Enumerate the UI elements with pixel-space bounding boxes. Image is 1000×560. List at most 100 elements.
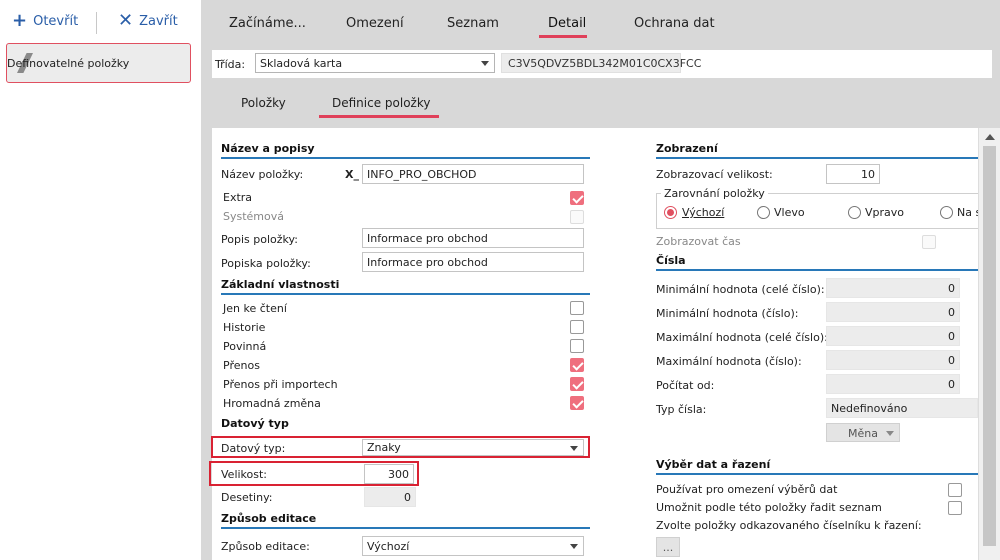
desc-input[interactable]: Informace pro obchod bbox=[362, 228, 584, 248]
num-type-select: Nedefinováno bbox=[826, 398, 978, 418]
class-value: Skladová karta bbox=[260, 57, 343, 70]
readonly-label: Jen ke čtení bbox=[223, 302, 287, 315]
sort-checkbox[interactable] bbox=[948, 501, 962, 515]
tab-list[interactable]: Seznam bbox=[447, 16, 499, 31]
name-prefix: X_ bbox=[345, 168, 359, 181]
sort-label: Umožnit podle této položky řadit seznam bbox=[656, 501, 882, 514]
chevron-down-icon bbox=[570, 544, 578, 549]
size-label: Velikost: bbox=[221, 468, 268, 481]
subtab-field-definition[interactable]: Definice položky bbox=[332, 96, 430, 110]
min-int-label: Minimální hodnota (celé číslo): bbox=[656, 283, 825, 296]
show-time-label: Zobrazovat čas bbox=[656, 235, 741, 248]
currency-label: Měna bbox=[848, 427, 878, 440]
align-center-radio[interactable] bbox=[940, 206, 953, 219]
subtab-fields[interactable]: Položky bbox=[241, 96, 286, 110]
section-edit-mode: Způsob editace bbox=[221, 512, 317, 525]
datatype-label: Datový typ: bbox=[221, 442, 286, 455]
count-from-input: 0 bbox=[826, 374, 960, 394]
active-subtab-indicator bbox=[319, 115, 439, 118]
open-label: Otevřít bbox=[33, 13, 79, 29]
section-divider bbox=[656, 269, 978, 271]
scroll-up-icon[interactable] bbox=[985, 134, 995, 140]
section-divider bbox=[656, 473, 978, 475]
transfer-checkbox[interactable] bbox=[570, 358, 584, 372]
extra-label: Extra bbox=[223, 191, 253, 204]
section-basic-props: Základní vlastnosti bbox=[221, 278, 340, 291]
desc-label: Popis položky: bbox=[221, 233, 298, 246]
close-label: Zavřít bbox=[139, 13, 178, 29]
vertical-scrollbar[interactable] bbox=[978, 128, 1000, 560]
align-group-title: Zarovnání položky bbox=[661, 187, 768, 200]
import-checkbox[interactable] bbox=[570, 377, 584, 391]
display-size-input[interactable]: 10 bbox=[826, 164, 880, 184]
tab-restrictions[interactable]: Omezení bbox=[346, 16, 404, 31]
align-default-label: Výchozí bbox=[682, 206, 725, 219]
display-size-label: Zobrazovací velikost: bbox=[656, 168, 773, 181]
sub-tabs: Položky Definice položky bbox=[201, 84, 1000, 124]
class-label: Třída: bbox=[215, 58, 246, 71]
decimals-input: 0 bbox=[364, 487, 416, 507]
max-num-label: Maximální hodnota (číslo): bbox=[656, 355, 802, 368]
show-time-checkbox bbox=[922, 235, 936, 249]
history-checkbox[interactable] bbox=[570, 320, 584, 334]
section-datatype: Datový typ bbox=[221, 417, 289, 430]
open-button[interactable]: + Otevřít bbox=[12, 12, 78, 30]
left-panel: + Otevřít ✕ Zavřít Definovatelné položky bbox=[0, 0, 200, 560]
tab-getting-started[interactable]: Začínáme... bbox=[229, 16, 306, 31]
caption-input[interactable]: Informace pro obchod bbox=[362, 252, 584, 272]
required-label: Povinná bbox=[223, 340, 267, 353]
toolbar-separator bbox=[96, 12, 97, 34]
section-divider bbox=[221, 293, 590, 295]
required-checkbox[interactable] bbox=[570, 339, 584, 353]
tab-data-protection[interactable]: Ochrana dat bbox=[634, 16, 715, 31]
class-row: Třída: Skladová karta C3V5QDVZ5BDL342M01… bbox=[212, 50, 992, 78]
decimals-label: Desetiny: bbox=[221, 491, 273, 504]
currency-select: Měna bbox=[826, 423, 900, 442]
section-divider bbox=[656, 157, 978, 159]
caption-label: Popiska položky: bbox=[221, 257, 311, 270]
class-code: C3V5QDVZ5BDL342M01C0CX3FCC bbox=[501, 53, 701, 73]
max-int-label: Maximální hodnota (celé číslo): bbox=[656, 331, 828, 344]
align-left-label: Vlevo bbox=[774, 206, 805, 219]
extra-checkbox[interactable] bbox=[570, 191, 584, 205]
section-name-desc: Název a popisy bbox=[221, 142, 315, 155]
min-int-input: 0 bbox=[826, 278, 960, 298]
name-label: Název položky: bbox=[221, 168, 304, 181]
datatype-value: Znaky bbox=[367, 441, 401, 454]
scroll-thumb[interactable] bbox=[983, 146, 996, 546]
edit-mode-value: Výchozí bbox=[367, 540, 410, 553]
align-right-radio[interactable] bbox=[848, 206, 861, 219]
nav-item-definable-fields[interactable]: Definovatelné položky bbox=[6, 43, 191, 83]
readonly-checkbox[interactable] bbox=[570, 301, 584, 315]
num-type-label: Typ čísla: bbox=[656, 403, 707, 416]
tab-detail[interactable]: Detail bbox=[548, 16, 586, 31]
max-int-input: 0 bbox=[826, 326, 960, 346]
section-numbers: Čísla bbox=[656, 254, 686, 267]
section-divider bbox=[221, 527, 590, 529]
transfer-label: Přenos bbox=[223, 359, 260, 372]
system-label: Systémová bbox=[223, 210, 284, 223]
align-left-radio[interactable] bbox=[757, 206, 770, 219]
chevron-down-icon bbox=[570, 446, 578, 451]
choose-sort-label: Zvolte položky odkazovaného číselníku k … bbox=[656, 519, 922, 532]
min-num-label: Minimální hodnota (číslo): bbox=[656, 307, 799, 320]
edit-mode-select[interactable]: Výchozí bbox=[362, 536, 584, 556]
bulk-checkbox[interactable] bbox=[570, 396, 584, 410]
section-divider bbox=[221, 157, 590, 159]
size-input[interactable]: 300 bbox=[364, 464, 414, 484]
close-button[interactable]: ✕ Zavřít bbox=[118, 12, 178, 30]
section-select-sort: Výběr dat a řazení bbox=[656, 458, 771, 471]
name-input[interactable]: INFO_PRO_OBCHOD bbox=[362, 164, 584, 184]
datatype-select[interactable]: Znaky bbox=[362, 439, 584, 456]
history-label: Historie bbox=[223, 321, 266, 334]
top-tabs: Začínáme... Omezení Seznam Detail Ochran… bbox=[201, 0, 1000, 44]
import-label: Přenos při importech bbox=[223, 378, 338, 391]
class-select[interactable]: Skladová karta bbox=[255, 53, 495, 73]
align-default-radio[interactable] bbox=[664, 206, 677, 219]
bulk-label: Hromadná změna bbox=[223, 397, 321, 410]
use-filter-checkbox[interactable] bbox=[948, 483, 962, 497]
ellipsis-button[interactable]: ... bbox=[656, 537, 680, 557]
count-from-label: Počítat od: bbox=[656, 379, 715, 392]
chevron-down-icon bbox=[481, 61, 489, 66]
active-tab-indicator bbox=[539, 35, 587, 38]
